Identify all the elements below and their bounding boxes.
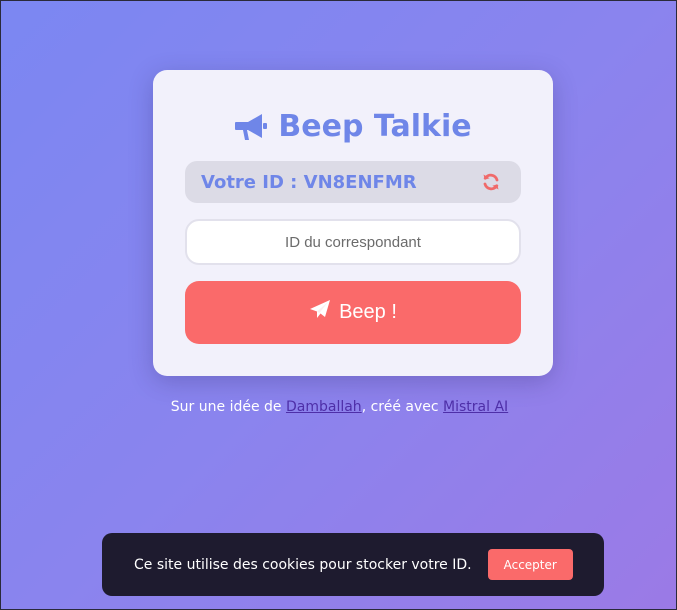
mistral-link[interactable]: Mistral AI xyxy=(443,399,508,415)
megaphone-icon xyxy=(234,110,268,142)
cookie-banner: Ce site utilise des cookies pour stocker… xyxy=(102,533,604,596)
credits-line: Sur une idée de Damballah, créé avec Mis… xyxy=(1,399,677,415)
my-id-display: Votre ID : VN8ENFMR xyxy=(185,161,521,203)
main-card: Beep Talkie Votre ID : VN8ENFMR Beep ! xyxy=(153,70,553,376)
app-title-text: Beep Talkie xyxy=(278,108,472,144)
peer-id-input[interactable] xyxy=(185,219,521,265)
credits-prefix: Sur une idée de xyxy=(170,399,286,415)
paper-plane-icon xyxy=(309,299,331,327)
author-link[interactable]: Damballah xyxy=(286,399,362,415)
refresh-icon[interactable] xyxy=(481,172,501,192)
cookie-text: Ce site utilise des cookies pour stocker… xyxy=(134,556,472,573)
beep-button-label: Beep ! xyxy=(339,301,397,323)
accept-cookies-button[interactable]: Accepter xyxy=(487,549,573,580)
credits-middle: , créé avec xyxy=(361,399,444,415)
app-title: Beep Talkie xyxy=(153,106,553,146)
my-id-label: Votre ID : VN8ENFMR xyxy=(201,171,417,193)
beep-button[interactable]: Beep ! xyxy=(185,281,521,344)
